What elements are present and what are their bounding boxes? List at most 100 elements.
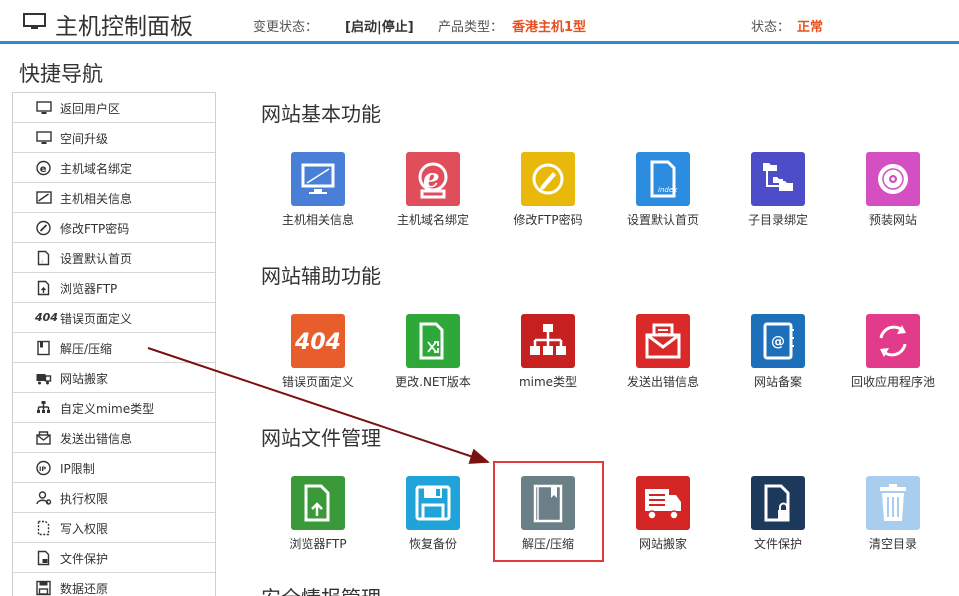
feature-tile[interactable]: 404 错误页面定义 xyxy=(263,314,373,404)
sidebar-item[interactable]: 修改FTP密码 xyxy=(13,213,215,243)
sidebar-item-label: IP限制 xyxy=(60,462,95,476)
tile-icon-box xyxy=(406,314,460,368)
feature-tile[interactable]: 发送出错信息 xyxy=(608,314,718,404)
svg-text:e: e xyxy=(40,164,47,175)
sidebar-item-label: 自定义mime类型 xyxy=(60,402,155,416)
sidebar-item[interactable]: 空间升级 xyxy=(13,123,215,153)
error-404-icon: 404 xyxy=(294,330,341,355)
tile-label: 浏览器FTP xyxy=(289,537,347,551)
feature-tile[interactable]: 文件保护 xyxy=(723,476,833,566)
tile-label: 主机域名绑定 xyxy=(396,213,469,227)
svg-text:i: i xyxy=(42,259,43,264)
feature-tile[interactable]: 预装网站 xyxy=(838,152,948,242)
feature-tile[interactable]: index 设置默认首页 xyxy=(608,152,718,242)
tile-label: 文件保护 xyxy=(753,537,802,551)
truck-icon xyxy=(645,489,681,520)
tile-label: 修改FTP密码 xyxy=(513,213,583,227)
tile-label: 设置默认首页 xyxy=(626,213,699,227)
tile-label: mime类型 xyxy=(518,375,578,389)
control-panel: 主机控制面板 变更状态： [启动|停止] 产品类型： 香港主机1型 状态： 正常… xyxy=(0,0,959,596)
sidebar-item-label: 设置默认首页 xyxy=(60,252,133,266)
feature-tile[interactable]: @ 网站备案 xyxy=(723,314,833,404)
feature-tile[interactable]: 更改.NET版本 xyxy=(378,314,488,404)
mail-icon xyxy=(645,323,681,359)
file-upload-icon xyxy=(37,280,50,296)
feature-tile[interactable]: 清空目录 xyxy=(838,476,948,566)
sidebar-item-label: 文件保护 xyxy=(60,552,109,566)
change-status-label: 变更状态： xyxy=(253,20,319,35)
tile-icon-box xyxy=(866,476,920,530)
feature-tile[interactable]: e 主机域名绑定 xyxy=(378,152,488,242)
sidebar-item[interactable]: 自定义mime类型 xyxy=(13,393,215,423)
section-title: 网站辅助功能 xyxy=(261,264,381,288)
page-index-icon: index xyxy=(650,160,678,198)
header-bar: 主机控制面板 变更状态： [启动|停止] 产品类型： 香港主机1型 状态： 正常 xyxy=(0,0,959,44)
feature-tile[interactable]: mime类型 xyxy=(493,314,603,404)
sitemap-icon xyxy=(37,401,50,413)
recycle-arrows-icon xyxy=(879,325,907,357)
tile-icon-box xyxy=(866,314,920,368)
tile-icon-box: e xyxy=(406,152,460,206)
tile-label: 发送出错信息 xyxy=(626,375,699,389)
trash-icon xyxy=(880,484,906,521)
product-type-label: 产品类型： xyxy=(438,20,504,35)
tile-icon-box xyxy=(751,476,805,530)
monitor-icon xyxy=(23,13,46,29)
section-title: 网站文件管理 xyxy=(261,426,381,450)
tile-label: 回收应用程序池 xyxy=(850,375,935,389)
change-status-toggle[interactable]: [启动|停止] xyxy=(345,16,414,35)
sidebar-item[interactable]: 文件保护 xyxy=(13,543,215,573)
tile-icon-box xyxy=(636,314,690,368)
truck-icon xyxy=(36,374,52,385)
sidebar-item[interactable]: 数据还原 xyxy=(13,573,215,596)
sidebar-item[interactable]: 浏览器FTP xyxy=(13,273,215,303)
page-index-icon: i xyxy=(37,250,50,266)
sidebar-item[interactable]: 解压/压缩 xyxy=(13,333,215,363)
feature-tile[interactable]: 回收应用程序池 xyxy=(838,314,948,404)
sidebar-item[interactable]: e 主机域名绑定 xyxy=(13,153,215,183)
monitor-icon xyxy=(36,101,52,114)
feature-tile[interactable]: 网站搬家 xyxy=(608,476,718,566)
sidebar-item[interactable]: 发送出错信息 xyxy=(13,423,215,453)
section-title: 网站基本功能 xyxy=(261,102,381,126)
feature-tile[interactable]: 主机相关信息 xyxy=(263,152,373,242)
sidebar-item[interactable]: 执行权限 xyxy=(13,483,215,513)
file-dashed-icon xyxy=(37,520,50,536)
sidebar-item-label: 执行权限 xyxy=(60,492,109,506)
domain-e-icon: e xyxy=(418,162,448,199)
sidebar-item-label: 写入权限 xyxy=(60,522,109,536)
feature-tile[interactable]: 浏览器FTP xyxy=(263,476,373,566)
section-title: 安全情报管理 xyxy=(261,582,381,596)
feature-tile[interactable]: 子目录绑定 xyxy=(723,152,833,242)
screen-info-icon xyxy=(36,191,52,204)
monitor-icon xyxy=(301,163,335,194)
feature-tile[interactable]: 恢复备份 xyxy=(378,476,488,566)
sidebar-item[interactable]: 返回用户区 xyxy=(13,93,215,123)
tile-label: 预装网站 xyxy=(868,213,917,227)
sidebar-item[interactable]: 网站搬家 xyxy=(13,363,215,393)
sidebar-item[interactable]: IP IP限制 xyxy=(13,453,215,483)
sidebar-item-label: 空间升级 xyxy=(60,132,109,146)
user-gear-icon xyxy=(36,491,52,505)
sidebar-item[interactable]: i 设置默认首页 xyxy=(13,243,215,273)
folder-tree-icon xyxy=(763,163,793,191)
svg-text:IP: IP xyxy=(39,465,46,473)
tile-label: 更改.NET版本 xyxy=(395,375,471,389)
file-lock-icon xyxy=(37,550,50,566)
tile-label: 清空目录 xyxy=(868,537,917,551)
tile-icon-box: 404 xyxy=(291,314,345,368)
tile-icon-box xyxy=(751,152,805,206)
error-404-icon: 404 xyxy=(35,311,58,324)
save-disk-icon xyxy=(36,580,51,596)
tile-icon-box xyxy=(866,152,920,206)
domain-e-icon: e xyxy=(36,160,51,176)
sidebar-item-label: 主机相关信息 xyxy=(60,192,133,206)
sidebar-item[interactable]: 404 错误页面定义 xyxy=(13,303,215,333)
file-upload-icon xyxy=(304,484,330,522)
sidebar-item[interactable]: 写入权限 xyxy=(13,513,215,543)
sidebar-item[interactable]: 主机相关信息 xyxy=(13,183,215,213)
pencil-circle-icon xyxy=(36,220,51,236)
highlight-box xyxy=(493,461,604,562)
tile-label: 网站搬家 xyxy=(638,537,687,551)
feature-tile[interactable]: 修改FTP密码 xyxy=(493,152,603,242)
